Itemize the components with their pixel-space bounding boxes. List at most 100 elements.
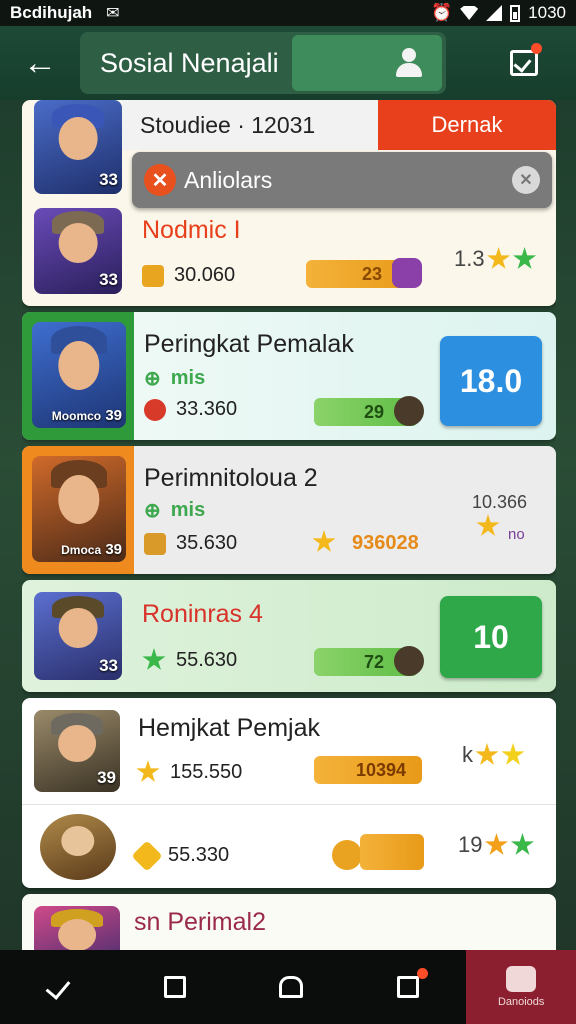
back-button[interactable]: ← — [0, 26, 80, 100]
score-button[interactable]: 10 — [440, 596, 542, 678]
player-name: sn Perimal2 — [134, 908, 266, 936]
level-badge: 33 — [99, 656, 118, 675]
list-item[interactable]: Moomco 39 Peringkat Pemalak ⊕ mis 33.360 … — [22, 312, 556, 440]
avatar: 33 — [34, 208, 122, 294]
coins-value: 30.060 — [174, 264, 236, 286]
battery-icon — [510, 4, 521, 22]
banner-button[interactable]: Dernak — [378, 100, 556, 150]
banner: Stoudiee · 12031 Dernak — [122, 100, 556, 150]
rating-value: 1.3 — [454, 246, 485, 271]
inbox-icon — [510, 50, 538, 76]
rating-value: k — [462, 742, 473, 767]
list-item[interactable]: Stoudiee · 12031 Dernak 33 ✕ Anliolars ✕… — [22, 100, 556, 306]
list-item[interactable]: 39 Hemjkat Pemjak 155.550 10394 k 55.330… — [22, 698, 556, 888]
link-icon: ⊕ — [144, 500, 161, 522]
square-icon — [163, 976, 186, 998]
tag-value: mis — [170, 367, 206, 389]
progress-pill — [360, 834, 424, 870]
player-name: Nodmic I — [142, 216, 241, 244]
inbox-button[interactable] — [494, 33, 554, 93]
person-icon — [394, 48, 424, 78]
title-box: Sosial Nenajali — [80, 32, 446, 94]
pill-value: 72 — [363, 651, 384, 672]
status-bar: Bcdihujah ✉ ⏰ 1030 — [0, 0, 576, 26]
avatar: 33 — [34, 100, 122, 194]
progress-pill: 10394 — [314, 756, 422, 784]
arrow-left-icon: ← — [23, 43, 57, 82]
list-item[interactable]: sn Perimal2 — [22, 894, 556, 950]
nav-recents-button[interactable] — [117, 950, 234, 1024]
sword-icon — [394, 396, 424, 426]
alarm-icon: ⏰ — [431, 3, 453, 22]
notification-dot — [417, 968, 429, 979]
signal-icon — [486, 5, 503, 21]
divider — [22, 804, 556, 805]
clear-icon[interactable]: ✕ — [512, 166, 540, 194]
close-icon[interactable]: ✕ — [144, 164, 176, 196]
nav-home-button[interactable] — [233, 950, 350, 1024]
rating: 1.3 — [454, 246, 537, 272]
coin-icon — [332, 840, 362, 870]
level-label: Dmoca — [61, 543, 102, 557]
heart-icon — [144, 398, 166, 421]
app-header: ← Sosial Nenajali — [0, 26, 576, 100]
player-name: Peringkat Pemalak — [144, 330, 354, 358]
gold-icon — [144, 532, 166, 555]
avatar: Dmoca 39 — [32, 456, 126, 562]
nav-active-tab[interactable]: Danoiods — [466, 950, 576, 1024]
page-title: Sosial Nenajali — [100, 47, 279, 78]
coins-value: 155.550 — [170, 760, 243, 783]
avatar: 33 — [34, 592, 122, 680]
star-icon — [476, 514, 500, 536]
profile-button[interactable] — [292, 35, 442, 91]
home-icon — [279, 976, 304, 998]
link-icon: ⊕ — [144, 368, 161, 390]
nav-check-button[interactable] — [0, 950, 117, 1024]
filter-chip[interactable]: ✕ Anliolars ✕ — [132, 152, 552, 208]
clock: 1030 — [528, 3, 566, 22]
avatar: Moomco 39 — [32, 322, 126, 428]
player-coins: 155.550 — [136, 760, 242, 784]
notification-icon: ✉ — [106, 5, 120, 22]
player-coins: 55.630 — [142, 648, 237, 672]
list-item[interactable]: 33 Roninras 4 55.630 72 10 — [22, 580, 556, 692]
player-coins: 33.360 — [144, 398, 237, 421]
nav-inbox-button[interactable] — [350, 950, 467, 1024]
inbox-icon — [397, 976, 420, 998]
player-coins: 30.060 — [142, 264, 235, 287]
player-tag: ⊕ mis — [144, 366, 205, 391]
player-tag: ⊕ mis — [144, 498, 205, 523]
star-icon — [312, 530, 336, 552]
banner-text: Stoudiee · 12031 — [140, 111, 316, 138]
rocket-icon — [131, 839, 163, 872]
player-name: Roninras 4 — [142, 600, 263, 628]
pill-value: 29 — [363, 401, 384, 422]
coin-icon — [142, 264, 164, 287]
coins-value: 55.630 — [176, 648, 238, 671]
leaderboard-list: Stoudiee · 12031 Dernak 33 ✕ Anliolars ✕… — [22, 100, 556, 950]
player-name: Hemjkat Pemjak — [138, 714, 320, 742]
level-badge: 39 — [105, 407, 122, 424]
star-icon — [513, 247, 537, 269]
list-item[interactable]: Dmoca 39 Perimnitoloua 2 ⊕ mis 35.630 936… — [22, 446, 556, 574]
star-icon — [142, 648, 166, 670]
level-badge: 39 — [97, 768, 116, 787]
carrier-name: Bcdihujah — [10, 3, 93, 22]
rating-sub: no — [508, 526, 525, 543]
filter-chip-label: Anliolars — [184, 166, 273, 193]
score-button[interactable]: 18.0 — [440, 336, 542, 426]
gem-icon — [392, 258, 422, 288]
player-coins: 35.630 — [144, 532, 237, 555]
coins-value: 35.630 — [176, 532, 238, 554]
check-icon — [45, 974, 71, 1000]
avatar — [34, 906, 120, 950]
wifi-icon — [460, 6, 479, 20]
star-icon — [475, 743, 499, 765]
star-icon — [136, 760, 160, 782]
star-icon — [484, 833, 509, 855]
pill-value: 10394 — [355, 759, 406, 780]
rating-value: 10.366 — [472, 492, 528, 512]
level-badge: 33 — [99, 170, 118, 189]
points-value: 936028 — [352, 532, 419, 554]
star-icon — [510, 833, 535, 855]
